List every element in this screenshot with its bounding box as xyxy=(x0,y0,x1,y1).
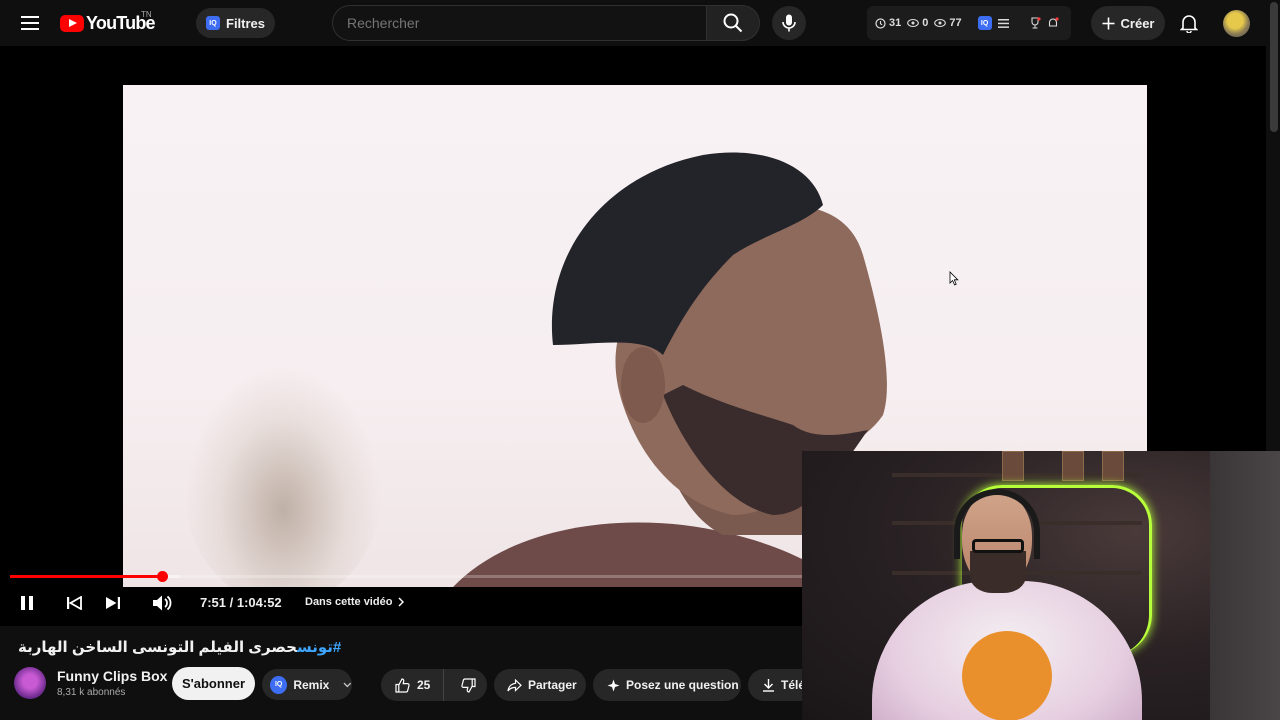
video-title: #تونسحصرى الفيلم التونسى الساخن الهاربة xyxy=(18,638,341,656)
mouse-cursor-icon xyxy=(949,271,959,286)
previous-button[interactable] xyxy=(62,590,86,616)
webcam-poster xyxy=(1102,451,1124,481)
chapter-label: Dans cette vidéo xyxy=(305,596,393,608)
remix-label: Remix xyxy=(293,677,330,692)
volume-icon xyxy=(153,595,172,611)
chapters-button[interactable]: Dans cette vidéo xyxy=(305,596,405,608)
like-count: 25 xyxy=(417,678,431,692)
country-code: TN xyxy=(141,10,152,19)
create-button[interactable]: Créer xyxy=(1091,6,1165,40)
clock-icon xyxy=(875,17,886,29)
like-dislike-group: 25 xyxy=(381,669,487,701)
youtube-play-icon xyxy=(60,14,84,32)
volume-button[interactable] xyxy=(150,590,176,616)
search-button[interactable] xyxy=(706,5,760,41)
top-bar: YouTube TN IQ Filtres 31 0 77 IQ Créer xyxy=(0,0,1280,46)
progress-played xyxy=(10,575,162,578)
sparkle-icon xyxy=(607,679,620,691)
user-avatar[interactable] xyxy=(1223,10,1250,37)
trophy-icon[interactable] xyxy=(1029,17,1041,29)
skip-previous-icon xyxy=(67,596,82,610)
share-button[interactable]: Partager xyxy=(494,669,586,701)
channel-name[interactable]: Funny Clips Box xyxy=(57,668,167,684)
eye-icon xyxy=(934,18,947,28)
list-icon[interactable] xyxy=(997,18,1009,28)
next-button[interactable] xyxy=(101,590,125,616)
history-stat[interactable]: 31 xyxy=(875,17,901,29)
webcam-poster xyxy=(1002,451,1024,481)
thumbs-up-icon xyxy=(395,677,410,693)
notifications-button[interactable] xyxy=(1174,8,1204,38)
webcam-shirt-print xyxy=(962,631,1052,720)
search-icon xyxy=(723,13,743,33)
watched-stat[interactable]: 77 xyxy=(934,17,962,29)
subscribe-button[interactable]: S'abonner xyxy=(172,667,255,700)
history-count: 31 xyxy=(889,17,902,29)
menu-icon[interactable] xyxy=(14,8,46,38)
voice-search-button[interactable] xyxy=(772,6,806,40)
remix-button[interactable]: IQ Remix xyxy=(262,669,352,700)
share-icon xyxy=(507,678,522,692)
page-scrollbar[interactable] xyxy=(1270,2,1278,132)
chevron-down-icon xyxy=(343,682,352,687)
title-hashtag[interactable]: #تونس xyxy=(297,639,341,656)
like-button[interactable]: 25 xyxy=(381,669,444,701)
download-icon xyxy=(763,679,774,692)
ask-question-button[interactable]: Posez une question xyxy=(593,669,741,701)
watched-count: 77 xyxy=(949,17,962,29)
progress-scrubber[interactable] xyxy=(156,571,168,582)
microphone-icon xyxy=(782,14,796,32)
webcam-overlay xyxy=(802,451,1280,720)
subscriber-count: 8,31 k abonnés xyxy=(57,687,126,698)
plus-icon xyxy=(1102,17,1115,29)
webcam-glasses xyxy=(972,539,1024,553)
notification-extension-icon[interactable] xyxy=(1047,17,1059,29)
dislike-button[interactable] xyxy=(450,669,487,701)
bell-icon xyxy=(1180,15,1198,33)
iq-extension-icon: IQ xyxy=(206,16,220,30)
search-input[interactable] xyxy=(332,5,706,41)
iq-extension-icon[interactable]: IQ xyxy=(977,16,992,30)
pause-icon xyxy=(21,596,33,610)
chevron-right-icon xyxy=(398,597,405,607)
title-text: حصرى الفيلم التونسى الساخن الهاربة xyxy=(18,639,297,656)
create-label: Créer xyxy=(1120,15,1155,31)
iq-extension-icon: IQ xyxy=(270,675,288,694)
webcam-poster xyxy=(1062,451,1084,481)
filters-button[interactable]: IQ Filtres xyxy=(196,8,276,38)
unwatched-count: 0 xyxy=(922,17,929,29)
unwatched-stat[interactable]: 0 xyxy=(907,17,928,29)
thumbs-down-icon xyxy=(461,677,476,693)
filters-label: Filtres xyxy=(226,15,266,31)
channel-avatar[interactable] xyxy=(14,667,46,699)
extension-toolbar: 31 0 77 IQ xyxy=(867,6,1071,40)
time-display: 7:51 / 1:04:52 xyxy=(200,595,282,610)
ask-label: Posez une question xyxy=(626,678,739,692)
webcam-wall xyxy=(1210,451,1280,720)
pause-button[interactable] xyxy=(15,590,39,616)
eye-icon xyxy=(907,18,920,28)
share-label: Partager xyxy=(528,678,577,692)
skip-next-icon xyxy=(106,597,120,609)
